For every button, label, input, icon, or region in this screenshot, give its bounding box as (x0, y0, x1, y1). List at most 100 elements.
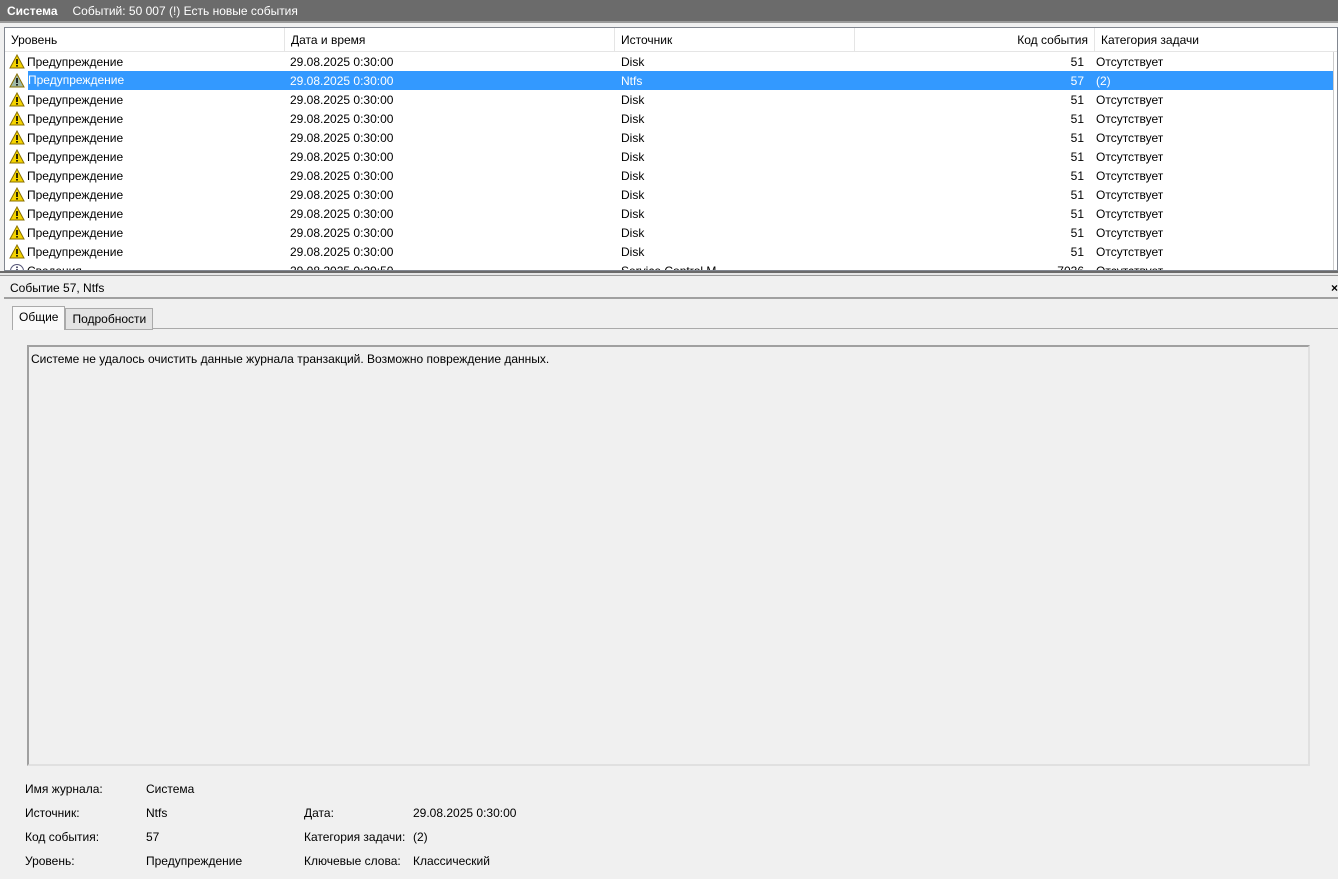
event-code-cell: 51 (1070, 130, 1084, 145)
task-category-cell: Отсутствует (1096, 244, 1164, 259)
column-event-code[interactable]: Код события (855, 28, 1095, 51)
column-date[interactable]: Дата и время (285, 28, 615, 51)
event-code-label: Код события: (25, 830, 100, 844)
event-list[interactable]: Уровень Дата и время Источник Код событи… (4, 27, 1338, 271)
source-cell: Disk (621, 187, 645, 202)
warning-icon (9, 53, 27, 70)
event-code-cell: 51 (1070, 244, 1084, 259)
warning-icon (9, 186, 27, 203)
tab-details[interactable]: Подробности (65, 308, 154, 330)
source-cell: Ntfs (621, 73, 643, 88)
level-label: Уровень: (25, 854, 75, 868)
table-row[interactable]: Предупреждение 29.08.2025 0:30:00 Disk 5… (5, 166, 1337, 185)
source-cell: Disk (621, 168, 645, 183)
date-cell: 29.08.2025 0:30:00 (290, 73, 394, 88)
warning-icon (9, 110, 27, 127)
date-cell: 29.08.2025 0:30:00 (290, 187, 394, 202)
list-scrollbar[interactable] (1333, 52, 1337, 270)
date-cell: 29.08.2025 0:30:00 (290, 130, 394, 145)
warning-icon (9, 224, 27, 241)
level-value: Предупреждение (146, 854, 243, 868)
task-category-cell: Отсутствует (1096, 206, 1164, 221)
date-cell: 29.08.2025 0:30:00 (290, 168, 394, 183)
date-cell: 29.08.2025 0:30:00 (290, 149, 394, 164)
table-row[interactable]: Предупреждение 29.08.2025 0:30:00 Disk 5… (5, 185, 1337, 204)
log-name-value: Система (146, 782, 195, 796)
task-category-cell: Отсутствует (1096, 130, 1164, 145)
tab-divider (12, 328, 1338, 329)
warning-icon (9, 243, 27, 260)
task-category-cell: Отсутствует (1096, 225, 1164, 240)
warning-icon (9, 148, 27, 165)
event-code-cell: 51 (1070, 149, 1084, 164)
event-count-status: Событий: 50 007 (!) Есть новые события (72, 3, 298, 18)
keywords-label: Ключевые слова: (304, 854, 401, 868)
event-description[interactable]: Системе не удалось очистить данные журна… (27, 345, 1310, 766)
date-value: 29.08.2025 0:30:00 (413, 806, 517, 820)
warning-icon (9, 72, 27, 89)
details-tabs: Общие Подробности (12, 306, 154, 330)
column-task-category[interactable]: Категория задачи (1095, 28, 1337, 51)
level-cell: Предупреждение (27, 149, 124, 164)
log-title: Система (7, 3, 58, 18)
event-code-cell: 51 (1070, 168, 1084, 183)
warning-icon (9, 167, 27, 184)
info-icon (9, 263, 27, 270)
tab-general[interactable]: Общие (12, 306, 66, 330)
event-code-cell: 51 (1070, 187, 1084, 202)
pane-splitter[interactable] (0, 271, 1338, 276)
task-category-cell: Отсутствует (1096, 149, 1164, 164)
details-title: Событие 57, Ntfs (10, 281, 105, 295)
table-row[interactable]: Предупреждение 29.08.2025 0:30:00 Disk 5… (5, 204, 1337, 223)
table-row[interactable]: Предупреждение 29.08.2025 0:30:00 Ntfs 5… (5, 71, 1337, 90)
event-code-cell: 51 (1070, 225, 1084, 240)
level-cell: Сведения (27, 263, 82, 271)
event-code-cell: 51 (1070, 54, 1084, 69)
date-cell: 29.08.2025 0:30:00 (290, 54, 394, 69)
task-category-cell: Отсутствует (1096, 168, 1164, 183)
keywords-value: Классический (413, 854, 490, 868)
column-level[interactable]: Уровень (5, 28, 285, 51)
task-category-cell: (2) (1096, 73, 1111, 88)
task-category-cell: Отсутствует (1096, 92, 1164, 107)
table-row[interactable]: Предупреждение 29.08.2025 0:30:00 Disk 5… (5, 52, 1337, 71)
event-code-cell: 57 (1070, 73, 1084, 88)
table-row[interactable]: Сведения 29.08.2025 0:29:50 Service Cont… (5, 261, 1337, 271)
source-cell: Disk (621, 149, 645, 164)
source-cell: Disk (621, 225, 645, 240)
level-cell: Предупреждение (27, 168, 124, 183)
level-cell: Предупреждение (27, 187, 124, 202)
column-header-row: Уровень Дата и время Источник Код событи… (5, 28, 1337, 52)
source-value: Ntfs (146, 806, 168, 820)
table-row[interactable]: Предупреждение 29.08.2025 0:30:00 Disk 5… (5, 128, 1337, 147)
details-title-bar: Событие 57, Ntfs × (4, 277, 1338, 299)
task-category-cell: Отсутствует (1096, 111, 1164, 126)
date-cell: 29.08.2025 0:30:00 (290, 92, 394, 107)
level-cell: Предупреждение (27, 130, 124, 145)
event-code-cell: 51 (1070, 111, 1084, 126)
table-row[interactable]: Предупреждение 29.08.2025 0:30:00 Disk 5… (5, 223, 1337, 242)
date-cell: 29.08.2025 0:30:00 (290, 225, 394, 240)
level-cell: Предупреждение (27, 206, 124, 221)
date-cell: 29.08.2025 0:30:00 (290, 244, 394, 259)
table-row[interactable]: Предупреждение 29.08.2025 0:30:00 Disk 5… (5, 90, 1337, 109)
table-row[interactable]: Предупреждение 29.08.2025 0:30:00 Disk 5… (5, 147, 1337, 166)
event-code-cell: 51 (1070, 206, 1084, 221)
source-cell: Disk (621, 92, 645, 107)
source-cell: Disk (621, 130, 645, 145)
task-category-cell: Отсутствует (1096, 54, 1164, 69)
level-cell: Предупреждение (27, 111, 124, 126)
source-cell: Disk (621, 54, 645, 69)
source-cell: Disk (621, 206, 645, 221)
table-row[interactable]: Предупреждение 29.08.2025 0:30:00 Disk 5… (5, 242, 1337, 261)
level-cell: Предупреждение (27, 244, 124, 259)
log-name-label: Имя журнала: (25, 782, 103, 796)
source-label: Источник: (25, 806, 80, 820)
event-code-value: 57 (146, 830, 160, 844)
column-source[interactable]: Источник (615, 28, 855, 51)
date-cell: 29.08.2025 0:30:00 (290, 111, 394, 126)
close-icon[interactable]: × (1331, 277, 1338, 299)
event-code-cell: 51 (1070, 92, 1084, 107)
table-row[interactable]: Предупреждение 29.08.2025 0:30:00 Disk 5… (5, 109, 1337, 128)
date-cell: 29.08.2025 0:30:00 (290, 206, 394, 221)
